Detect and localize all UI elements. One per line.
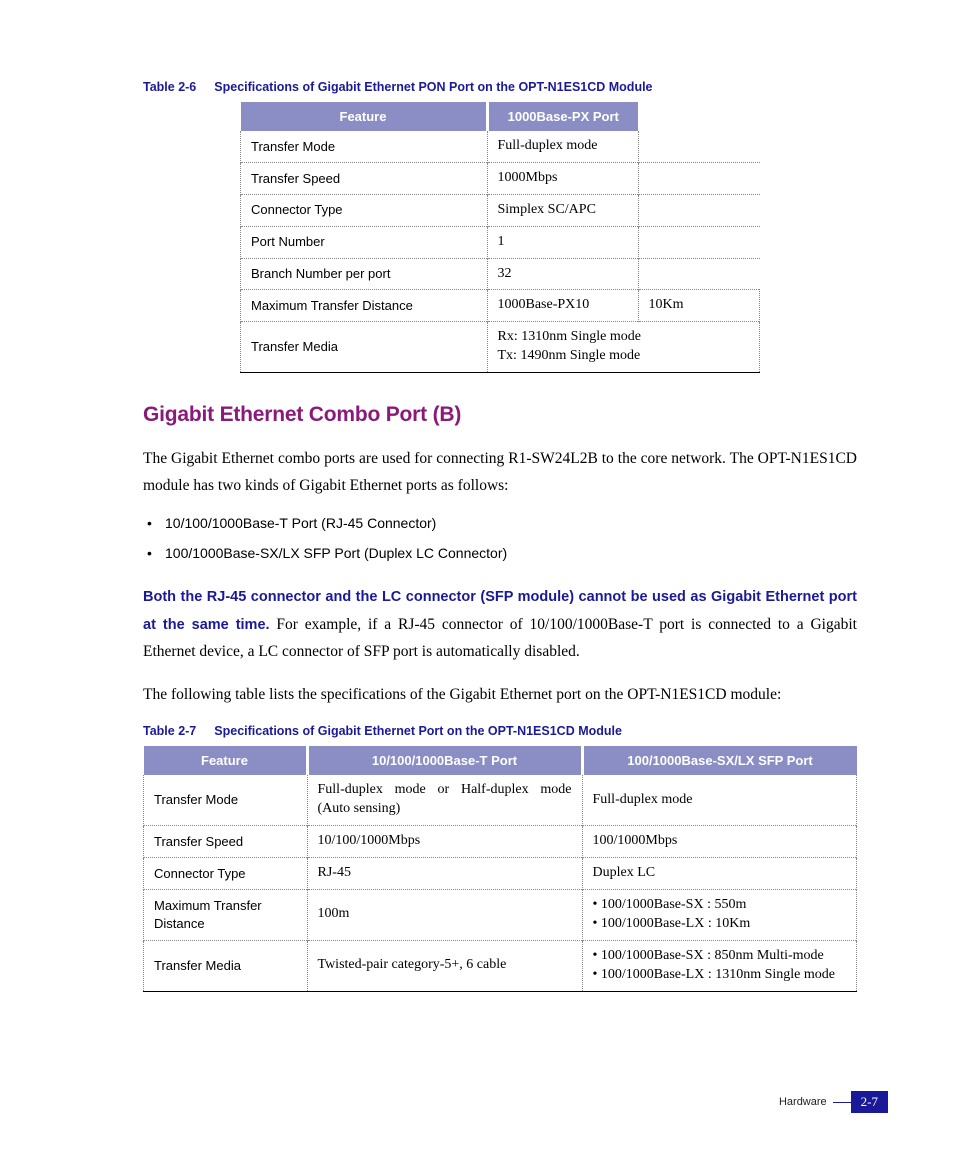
cell-value: Full-duplex mode or Half-duplex mode (Au… [307, 775, 582, 825]
text: Tx: 1490nm Single mode [498, 348, 641, 363]
cell-value: Full-duplex mode [582, 775, 857, 825]
th-feature: Feature [144, 746, 308, 775]
cell-value: Full-duplex mode [487, 131, 638, 162]
th-port: 1000Base-PX Port [487, 102, 638, 131]
text: Maximum Transfer Distance [154, 898, 262, 931]
table-row: Transfer Speed 10/100/1000Mbps 100/1000M… [144, 826, 857, 858]
table-row: Connector Type Simplex SC/APC [241, 194, 760, 226]
th-feature: Feature [241, 102, 488, 131]
page-number-badge: 2-7 [851, 1091, 888, 1113]
th-tport: 10/100/1000Base-T Port [307, 746, 582, 775]
paragraph: The Gigabit Ethernet combo ports are use… [143, 445, 857, 499]
cell-value: RJ-45 [307, 858, 582, 890]
table-title: Specifications of Gigabit Ethernet Port … [214, 724, 622, 738]
cell-feature: Transfer Speed [144, 826, 308, 858]
cell-value: 10Km [638, 290, 760, 322]
cell-value: Simplex SC/APC [487, 194, 638, 226]
th-sfpport: 100/1000Base-SX/LX SFP Port [582, 746, 857, 775]
table-row: Branch Number per port 32 [241, 258, 760, 290]
table-row: Maximum Transfer Distance 100m • 100/100… [144, 889, 857, 940]
bullet-list: 10/100/1000Base-T Port (RJ-45 Connector)… [143, 515, 857, 561]
cell-value: Rx: 1310nm Single mode Tx: 1490nm Single… [487, 322, 760, 373]
table-row: Connector Type RJ-45 Duplex LC [144, 858, 857, 890]
table-caption-1: Table 2-6 Specifications of Gigabit Ether… [143, 80, 857, 94]
table-row: Port Number 1 [241, 226, 760, 258]
page: Table 2-6 Specifications of Gigabit Ether… [0, 0, 954, 1168]
text: • 100/1000Base-SX : 850nm Multi-mode [593, 948, 824, 963]
table-row: Transfer Mode Full-duplex mode or Half-d… [144, 775, 857, 825]
table-number: Table 2-6 [143, 80, 196, 94]
table-row: Maximum Transfer Distance 1000Base-PX10 … [241, 290, 760, 322]
text: Rx: 1310nm Single mode [498, 329, 642, 344]
cell-value: 1000Base-PX10 [487, 290, 638, 322]
cell-value: • 100/1000Base-SX : 850nm Multi-mode • 1… [582, 940, 857, 991]
list-item: 10/100/1000Base-T Port (RJ-45 Connector) [165, 515, 857, 531]
cell-value: 1000Mbps [487, 162, 638, 194]
paragraph-note: Both the RJ-45 connector and the LC conn… [143, 583, 857, 665]
cell-feature: Transfer Mode [241, 131, 488, 162]
section-heading: Gigabit Ethernet Combo Port (B) [143, 403, 857, 427]
cell-feature: Connector Type [144, 858, 308, 890]
table-title: Specifications of Gigabit Ethernet PON P… [214, 80, 652, 94]
table-number: Table 2-7 [143, 724, 196, 738]
cell-value: 10/100/1000Mbps [307, 826, 582, 858]
cell-value: Duplex LC [582, 858, 857, 890]
cell-feature: Transfer Mode [144, 775, 308, 825]
cell-value: Twisted-pair category-5+, 6 cable [307, 940, 582, 991]
table-caption-2: Table 2-7 Specifications of Gigabit Ether… [143, 724, 857, 738]
cell-feature: Port Number [241, 226, 488, 258]
table-row: Transfer Media Rx: 1310nm Single mode Tx… [241, 322, 760, 373]
cell-feature: Maximum Transfer Distance [144, 889, 308, 940]
list-item: 100/1000Base-SX/LX SFP Port (Duplex LC C… [165, 545, 857, 561]
paragraph: The following table lists the specificat… [143, 681, 857, 708]
cell-feature: Maximum Transfer Distance [241, 290, 488, 322]
cell-feature: Branch Number per port [241, 258, 488, 290]
cell-value: 100/1000Mbps [582, 826, 857, 858]
table-row: Transfer Mode Full-duplex mode [241, 131, 760, 162]
cell-value: 32 [487, 258, 638, 290]
cell-feature: Transfer Media [241, 322, 488, 373]
table-2: Feature 10/100/1000Base-T Port 100/1000B… [143, 746, 857, 991]
cell-value: 1 [487, 226, 638, 258]
footer-line [833, 1102, 851, 1103]
text: • 100/1000Base-SX : 550m [593, 897, 747, 912]
cell-feature: Transfer Media [144, 940, 308, 991]
cell-value: 100m [307, 889, 582, 940]
footer-section-label: Hardware [779, 1096, 827, 1108]
table-1: Feature 1000Base-PX Port Transfer Mode F… [240, 102, 760, 373]
text: • 100/1000Base-LX : 1310nm Single mode [593, 967, 836, 982]
cell-value: • 100/1000Base-SX : 550m • 100/1000Base-… [582, 889, 857, 940]
cell-feature: Transfer Speed [241, 162, 488, 194]
page-footer: Hardware 2-7 [779, 1091, 888, 1113]
cell-feature: Connector Type [241, 194, 488, 226]
text: • 100/1000Base-LX : 10Km [593, 916, 751, 931]
table-row: Transfer Media Twisted-pair category-5+,… [144, 940, 857, 991]
table-row: Transfer Speed 1000Mbps [241, 162, 760, 194]
